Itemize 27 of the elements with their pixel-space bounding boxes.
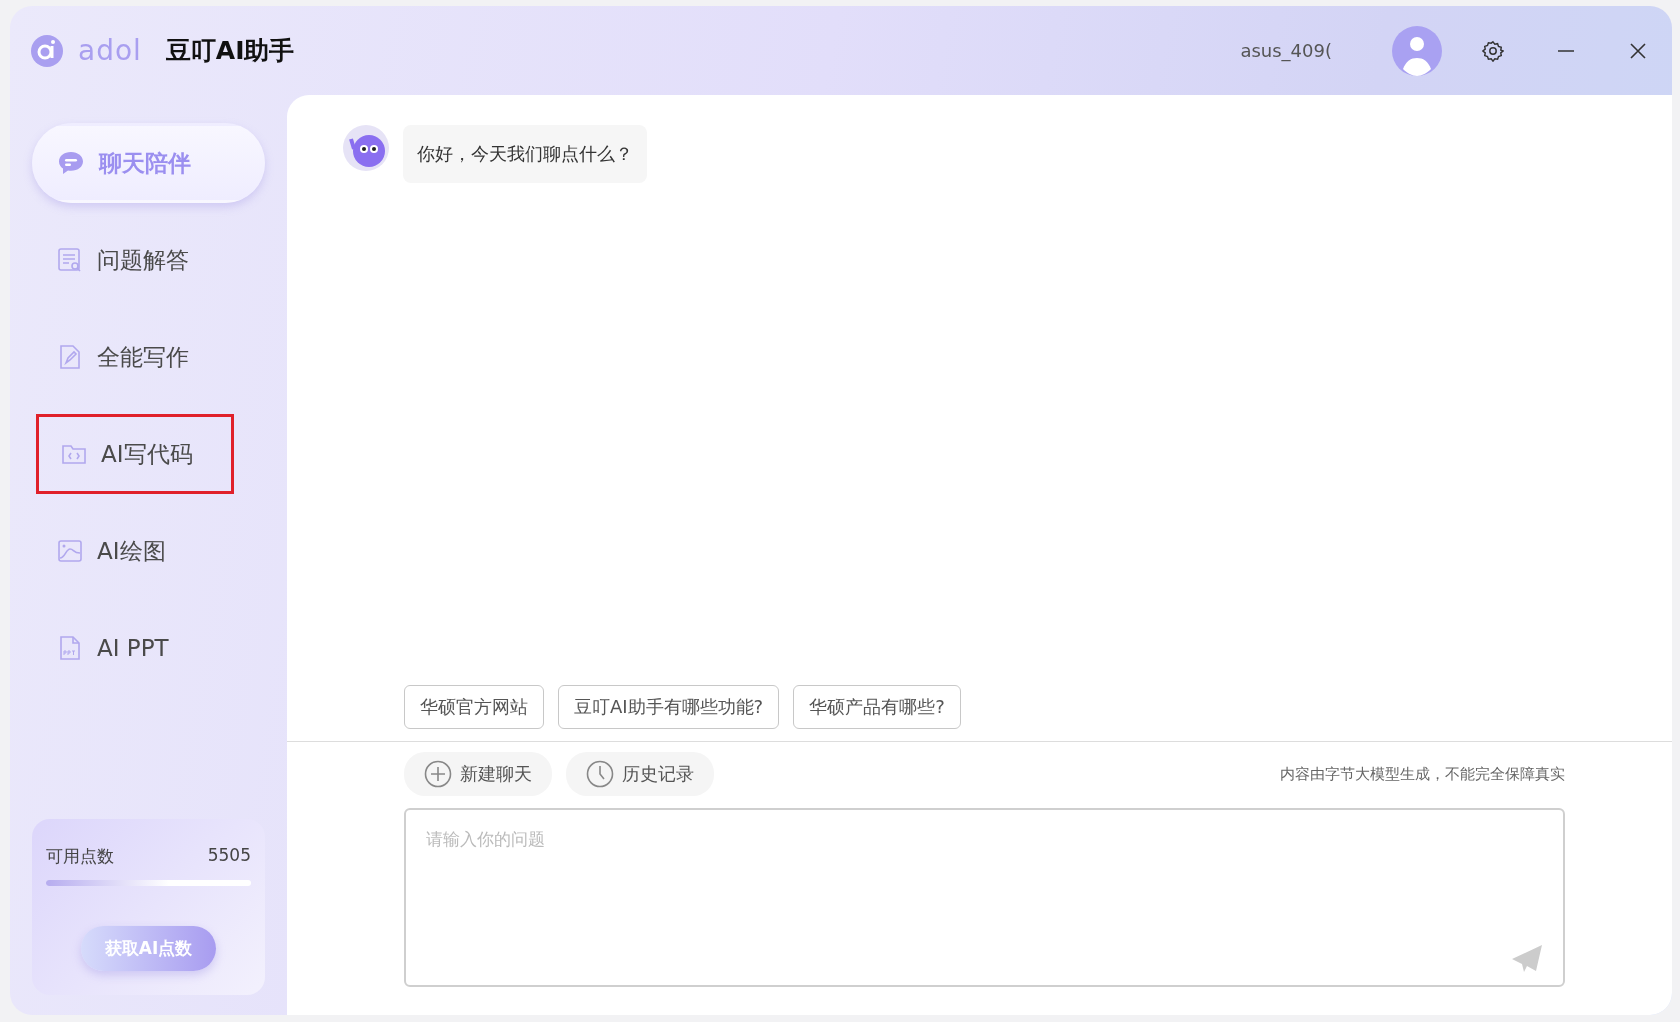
- document-search-icon: [57, 247, 83, 273]
- suggestion-chip[interactable]: 华硕官方网站: [404, 685, 544, 729]
- username: asus_409(: [1240, 40, 1332, 61]
- points-label: 可用点数: [46, 845, 114, 868]
- app-title: 豆叮AI助手: [165, 35, 295, 67]
- sidebar-item[interactable]: AI绘图: [32, 511, 265, 591]
- suggestion-chip[interactable]: 华硕产品有哪些?: [793, 685, 961, 729]
- sidebar-item[interactable]: 全能写作: [32, 317, 265, 397]
- clock-icon: [586, 760, 614, 788]
- mascot-avatar-icon: [343, 125, 389, 171]
- plus-circle-icon: [424, 760, 452, 788]
- question-input[interactable]: 请输入你的问题: [404, 808, 1565, 987]
- history-button[interactable]: 历史记录: [566, 752, 714, 796]
- logo-icon: [30, 33, 64, 68]
- logo-text: adol: [78, 34, 142, 67]
- ppt-file-icon: [57, 635, 83, 661]
- sidebar-item[interactable]: AI PPT: [32, 608, 265, 688]
- points-value: 5505: [207, 845, 251, 867]
- document-pen-icon: [57, 344, 83, 370]
- image-icon: [57, 538, 83, 564]
- chat-message: 你好，今天我们聊点什么？: [403, 125, 647, 183]
- sidebar-item[interactable]: AI写代码: [36, 414, 234, 494]
- sidebar-item[interactable]: 问题解答: [32, 220, 265, 300]
- disclaimer-text: 内容由字节大模型生成，不能完全保障真实: [1280, 764, 1565, 784]
- suggestion-chip[interactable]: 豆叮AI助手有哪些功能?: [558, 685, 780, 729]
- chat-bubble-icon: [57, 149, 85, 177]
- new-chat-button[interactable]: 新建聊天: [404, 752, 552, 796]
